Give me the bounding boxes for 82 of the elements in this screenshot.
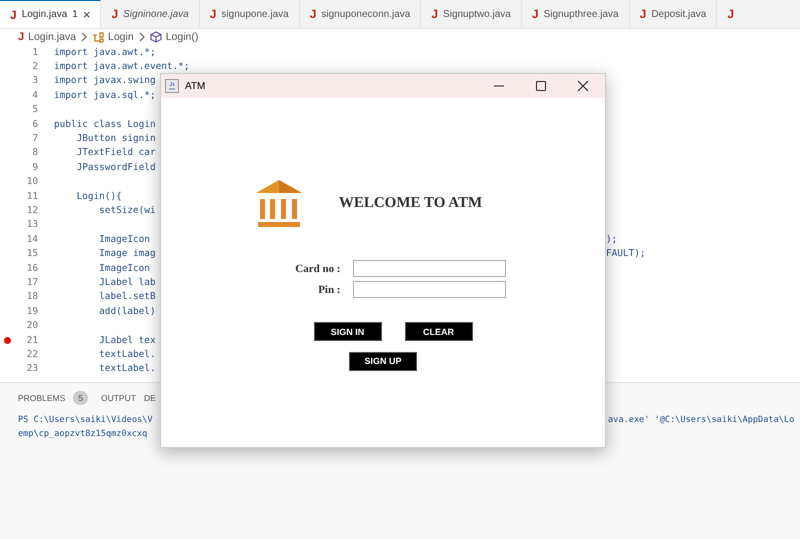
terminal-text: ava.exe' '@C:\Users\saiki\AppData\Lo — [608, 415, 794, 425]
code-text: Login(){ — [76, 190, 122, 202]
code-text: JLabel lab — [98, 276, 156, 288]
editor-tab[interactable]: J Signupthree.java — [522, 0, 630, 28]
code-text: JPasswordField — [76, 162, 156, 173]
line-number: 22 — [26, 348, 38, 360]
action-button[interactable]: CLEAR — [404, 322, 472, 341]
breakpoint-dot[interactable] — [4, 336, 10, 344]
code-text: import javax.swing — [54, 75, 156, 86]
line-number: 11 — [26, 190, 38, 202]
panel-tab[interactable]: PROBLEMS — [18, 393, 66, 403]
count-badge: 5 — [73, 391, 88, 405]
sign-up-button[interactable]: SIGN UP — [349, 352, 417, 370]
class-icon — [92, 31, 104, 43]
welcome-heading: WELCOME TO ATM — [338, 194, 482, 212]
editor-tab[interactable]: J Signinone.java — [101, 0, 200, 28]
editor-tab[interactable]: J signupone.java — [200, 0, 300, 28]
line-number: 18 — [26, 291, 38, 302]
breadcrumb-item[interactable]: Login — [108, 31, 134, 43]
code-text: FAULT); — [606, 248, 646, 260]
code-text: Image imag — [98, 248, 156, 260]
code-text: import java.sql.*; — [54, 90, 156, 101]
input-field[interactable] — [352, 281, 506, 298]
line-number: 16 — [26, 262, 38, 274]
code-text: JTextField car — [76, 147, 156, 158]
code-text: JButton signin — [76, 133, 156, 144]
code-text: textLabel. — [98, 363, 156, 374]
line-number: 15 — [26, 248, 38, 260]
field-label: Card no : — [294, 262, 340, 274]
breadcrumb-item[interactable]: Login.java — [28, 31, 76, 43]
cube-icon — [150, 31, 162, 43]
line-number: 7 — [31, 133, 38, 144]
editor-tab[interactable]: J Signuptwo.java — [421, 0, 522, 28]
code-text: textLabel. — [98, 348, 156, 360]
line-number: 10 — [26, 176, 38, 188]
line-number: 14 — [26, 234, 38, 245]
line-number: 1 — [31, 46, 38, 58]
code-text: ); — [606, 234, 618, 245]
code-text: label.setB — [98, 291, 156, 302]
breadcrumb-item[interactable]: Login() — [166, 31, 198, 43]
editor-tab[interactable]: J signuponeconn.java — [300, 0, 422, 28]
panel-tab[interactable]: DE — [144, 393, 156, 403]
line-number: 13 — [26, 219, 38, 230]
editor-tab[interactable]: J — [717, 0, 800, 28]
line-number: 23 — [26, 363, 38, 374]
code-text: public class Login — [54, 118, 156, 130]
line-number: 2 — [31, 61, 38, 72]
editor-tab[interactable]: J Login.java 1 × — [0, 0, 102, 28]
action-button[interactable]: SIGN IN — [314, 322, 382, 341]
terminal-text: emp\cp_aopzvt8z15qmz0xcxq — [18, 429, 148, 439]
code-text: JLabel tex — [98, 334, 156, 346]
editor-tab[interactable]: J Deposit.java — [630, 0, 718, 28]
window-title: ATM — [185, 80, 206, 92]
code-text: ImageIcon — [98, 234, 150, 245]
code-text: import java.awt.event.*; — [54, 61, 190, 72]
line-number: 8 — [31, 147, 38, 158]
line-number: 19 — [26, 306, 38, 317]
maximize-icon[interactable] — [535, 80, 547, 92]
field-label: Pin : — [317, 284, 340, 296]
close-icon[interactable] — [577, 80, 589, 92]
java-app-icon — [165, 79, 179, 93]
java-file-icon: J — [18, 31, 24, 43]
line-number: 6 — [31, 118, 38, 130]
bank-icon — [254, 178, 304, 228]
code-text: ImageIcon — [98, 262, 150, 274]
line-number: 5 — [31, 104, 38, 116]
code-text: import java.awt.*; — [54, 46, 156, 58]
chevron-icon — [138, 32, 146, 42]
line-number: 17 — [26, 276, 38, 288]
line-number: 3 — [31, 75, 38, 86]
panel-tab[interactable]: OUTPUT — [100, 393, 136, 403]
line-number: 21 — [26, 334, 38, 346]
input-field[interactable] — [352, 260, 506, 277]
line-number: 4 — [31, 90, 38, 101]
code-text: setSize(wi — [98, 204, 156, 216]
code-text: add(label) — [98, 306, 156, 317]
line-number: 20 — [26, 320, 38, 332]
close-icon[interactable]: × — [82, 7, 90, 22]
terminal-text: PS C:\Users\saiki\Videos\V — [18, 415, 153, 425]
line-number: 12 — [26, 204, 38, 216]
line-number: 9 — [31, 162, 38, 173]
chevron-icon — [80, 32, 88, 42]
